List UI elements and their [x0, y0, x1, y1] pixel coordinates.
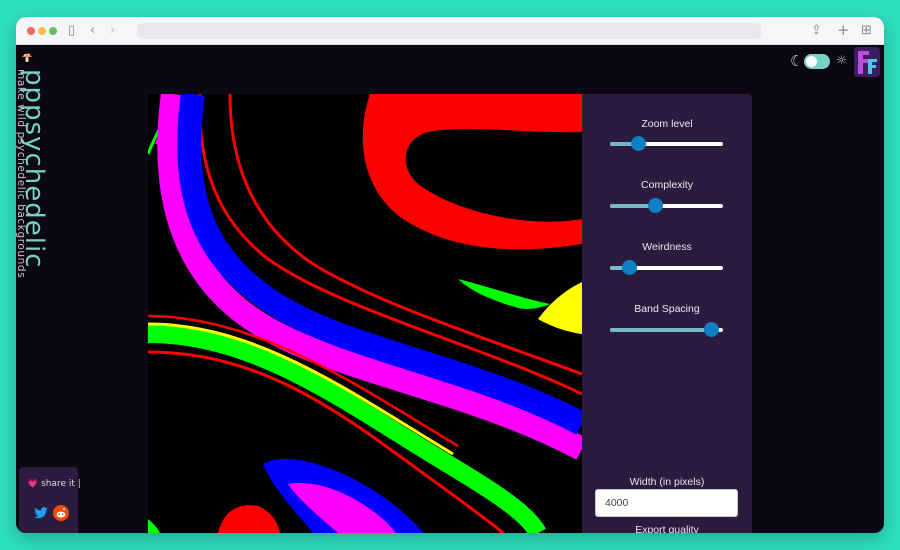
- slider-track: [610, 142, 723, 146]
- theme-switch-knob: [806, 56, 817, 67]
- close-window-button[interactable]: [27, 27, 35, 35]
- slider-thumb[interactable]: [621, 260, 637, 275]
- new-tab-icon[interactable]: +: [837, 21, 850, 39]
- weirdness-slider[interactable]: [610, 260, 723, 276]
- controls-panel: Zoom level Complexity Weirdness Band Spa…: [582, 94, 752, 533]
- share-label: 💗 share it |: [27, 479, 81, 489]
- browser-window: ▯ ‹ › ⇪ + ⊞ pppsychedelic make wild psyc…: [16, 17, 884, 533]
- browser-titlebar: ▯ ‹ › ⇪ + ⊞: [16, 17, 884, 45]
- complexity-slider[interactable]: [610, 198, 723, 214]
- slider-thumb[interactable]: [647, 198, 663, 213]
- share-box: 💗 share it |: [19, 467, 81, 533]
- theme-switch[interactable]: [804, 54, 830, 69]
- zoom-level-label: Zoom level: [641, 118, 693, 130]
- psychedelic-canvas[interactable]: [148, 94, 582, 533]
- address-bar[interactable]: [137, 23, 761, 39]
- tab-overview-icon[interactable]: ⊞: [861, 22, 872, 40]
- page-content: pppsychedelic make wild psychedelic back…: [16, 45, 884, 533]
- forward-icon[interactable]: ›: [110, 22, 115, 40]
- sidebar-toggle-icon[interactable]: ▯: [68, 22, 75, 40]
- moon-icon: ☾: [790, 52, 804, 70]
- twitter-icon[interactable]: [33, 505, 49, 521]
- theme-toggle[interactable]: ☾ ☼: [790, 52, 850, 71]
- slider-thumb[interactable]: [704, 322, 720, 337]
- zoom-level-slider[interactable]: [610, 136, 723, 152]
- profile-avatar-icon[interactable]: [854, 47, 880, 77]
- site-tagline: make wild psychedelic backgrounds: [16, 69, 27, 279]
- sun-icon: ☼: [836, 53, 847, 67]
- slider-thumb[interactable]: [630, 136, 646, 151]
- psychedelic-pattern: [148, 94, 582, 533]
- complexity-label: Complexity: [641, 179, 693, 191]
- maximize-window-button[interactable]: [49, 27, 57, 35]
- band-spacing-label: Band Spacing: [634, 303, 700, 315]
- width-input[interactable]: [595, 489, 738, 517]
- slider-fill: [610, 328, 712, 332]
- export-quality-label: Export quality: [635, 524, 699, 533]
- band-spacing-slider[interactable]: [610, 322, 723, 338]
- brand: pppsychedelic make wild psychedelic back…: [16, 51, 55, 331]
- width-label: Width (in pixels): [629, 476, 705, 488]
- reddit-icon[interactable]: [53, 505, 69, 521]
- slider-track: [610, 204, 723, 208]
- back-icon[interactable]: ‹: [90, 22, 95, 40]
- minimize-window-button[interactable]: [38, 27, 46, 35]
- share-icon[interactable]: ⇪: [811, 22, 822, 40]
- mushroom-logo-icon: [22, 53, 32, 62]
- weirdness-label: Weirdness: [642, 241, 692, 253]
